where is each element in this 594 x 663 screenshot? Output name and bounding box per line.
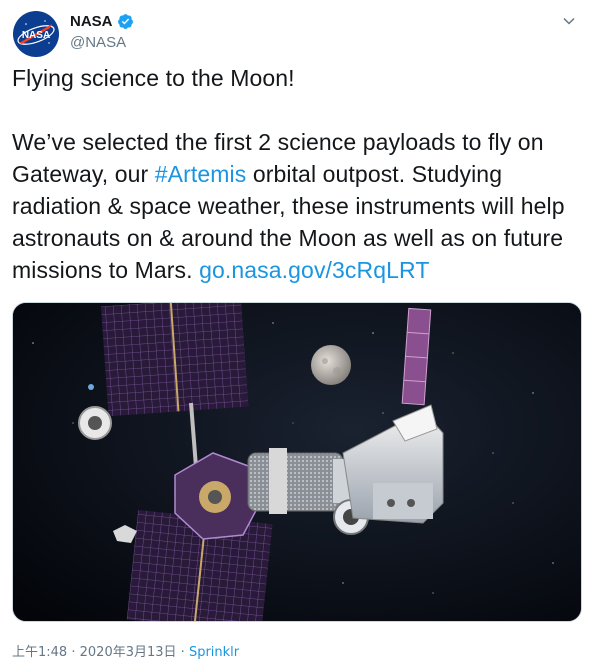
verified-badge-icon <box>117 14 133 29</box>
moon-shape <box>311 345 351 385</box>
user-handle[interactable]: @NASA <box>70 34 134 51</box>
tweet-headline: Flying science to the Moon! <box>12 65 295 91</box>
meta-separator: · <box>71 645 76 660</box>
tweet-date[interactable]: 2020年3月13日 <box>80 645 177 660</box>
user-names: NASA @NASA <box>70 13 134 51</box>
hashtag-link[interactable]: #Artemis <box>155 161 247 187</box>
meta-separator: · <box>180 645 185 660</box>
display-name[interactable]: NASA <box>70 13 134 30</box>
nasa-logo-icon: NASA <box>13 11 59 57</box>
tweet-source-link[interactable]: Sprinklr <box>189 645 239 660</box>
tweet-time[interactable]: 上午1:48 <box>12 645 67 660</box>
tweet-meta: 上午1:48 · 2020年3月13日 · Sprinklr <box>12 641 239 660</box>
tweet-media-image[interactable] <box>12 302 582 622</box>
gateway-illustration <box>13 303 581 621</box>
tweet-body: We’ve selected the first 2 science paylo… <box>12 126 582 286</box>
chevron-down-icon[interactable] <box>562 14 576 28</box>
avatar-text: NASA <box>22 30 50 41</box>
url-link[interactable]: go.nasa.gov/3cRqLRT <box>199 257 429 283</box>
tweet-text: Flying science to the Moon! We’ve select… <box>12 62 582 286</box>
tweet-header: NASA NASA @NASA <box>12 10 582 58</box>
display-name-text: NASA <box>70 13 113 30</box>
avatar[interactable]: NASA <box>12 10 60 58</box>
